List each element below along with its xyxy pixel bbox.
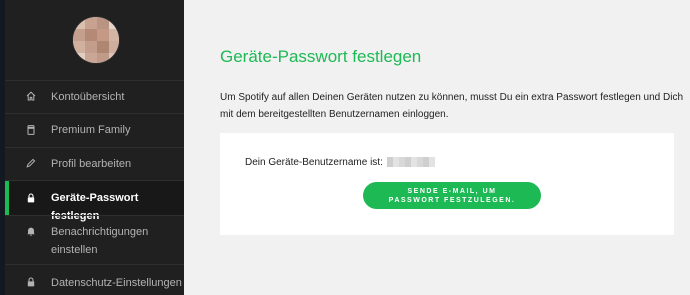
sidebar-item-premium-family[interactable]: Premium Family bbox=[5, 114, 184, 147]
username-value-redacted bbox=[386, 157, 435, 168]
sidebar-item-kontouebersicht[interactable]: Kontoübersicht bbox=[5, 81, 184, 113]
sidebar-item-profil-bearbeiten[interactable]: Profil bearbeiten bbox=[5, 148, 184, 180]
sidebar: Kontoübersicht Premium Family Profil bea… bbox=[0, 0, 184, 295]
page-title: Geräte-Passwort festlegen bbox=[220, 47, 422, 66]
main-content: Geräte-Passwort festlegen Um Spotify auf… bbox=[184, 0, 690, 295]
pencil-icon bbox=[26, 158, 36, 168]
intro-text: Um Spotify auf allen Deinen Geräten nutz… bbox=[220, 92, 684, 120]
sidebar-item-datenschutz[interactable]: Datenschutz-Einstellungen bbox=[5, 265, 184, 295]
sidebar-item-label: Kontoübersicht bbox=[51, 91, 125, 103]
sidebar-item-label: Premium Family bbox=[51, 124, 131, 136]
bell-icon bbox=[27, 227, 35, 236]
lock-icon bbox=[27, 193, 35, 203]
sidebar-item-label: Datenschutz-Einstellungen bbox=[51, 277, 182, 289]
avatar[interactable] bbox=[73, 17, 119, 63]
sidebar-item-benachrichtigungen[interactable]: Benachrichtigungen einstellen bbox=[5, 216, 184, 264]
device-icon bbox=[27, 125, 35, 135]
send-email-button[interactable]: SENDE E-MAIL, UM PASSWORT FESTZULEGEN. bbox=[363, 182, 541, 209]
username-card: Dein Geräte-Benutzername ist: SENDE E-MA… bbox=[220, 133, 674, 235]
home-icon bbox=[26, 91, 36, 101]
sidebar-item-geraete-passwort[interactable]: Geräte-Passwort festlegen bbox=[5, 181, 184, 222]
sidebar-item-label: Profil bearbeiten bbox=[51, 158, 132, 170]
username-label: Dein Geräte-Benutzername ist: bbox=[245, 157, 383, 168]
username-row: Dein Geräte-Benutzername ist: bbox=[245, 157, 435, 168]
sidebar-item-label: Benachrichtigungen einstellen bbox=[51, 226, 149, 256]
active-indicator bbox=[5, 181, 9, 215]
lock-icon bbox=[27, 277, 35, 287]
